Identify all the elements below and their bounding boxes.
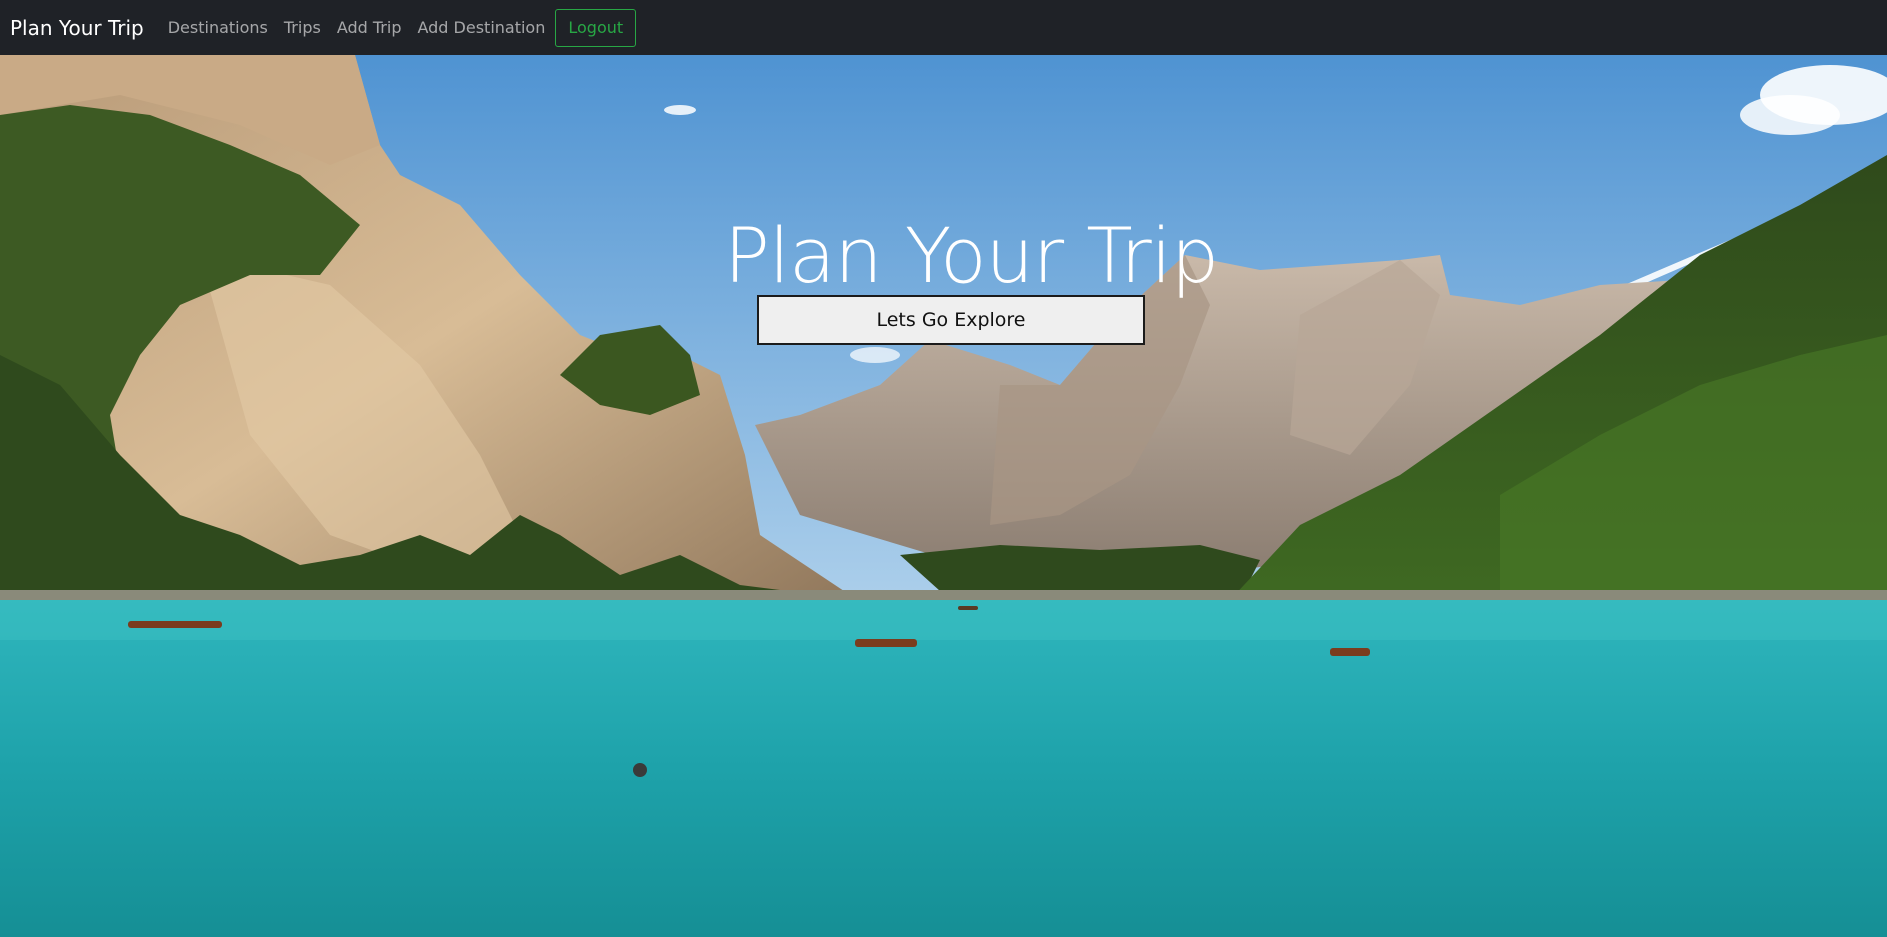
nav-link-destinations[interactable]: Destinations [168,18,268,37]
hero-landscape-image [0,55,1887,937]
top-navbar: Plan Your Trip Destinations Trips Add Tr… [0,0,1887,55]
explore-button[interactable]: Lets Go Explore [757,295,1145,345]
hero-section: Plan Your Trip Lets Go Explore [0,55,1887,937]
nav-link-add-destination[interactable]: Add Destination [417,18,545,37]
brand-link[interactable]: Plan Your Trip [10,16,144,40]
nav-link-trips[interactable]: Trips [284,18,321,37]
nav-link-add-trip[interactable]: Add Trip [337,18,402,37]
logout-button[interactable]: Logout [555,8,637,47]
hero-title: Plan Your Trip [724,210,1219,300]
